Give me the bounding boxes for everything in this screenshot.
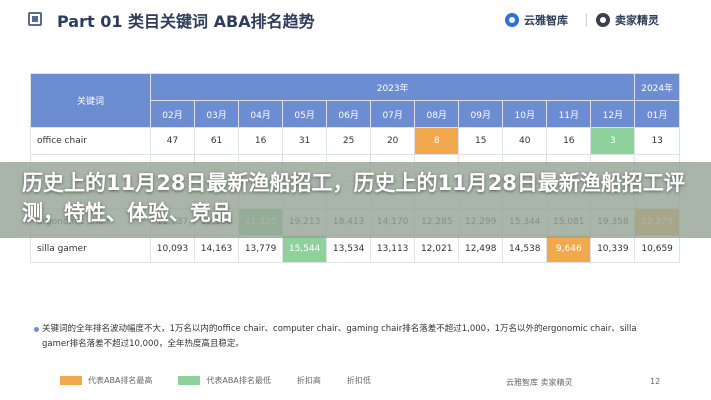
note-bullet-icon	[34, 327, 39, 332]
month-header: 08月	[414, 100, 460, 128]
rank-cell: 16	[238, 127, 284, 155]
banner-title: 历史上的11月28日最新渔船招工，历史上的11月28日最新渔船招工评测，特性、体…	[22, 171, 685, 225]
rank-cell: 10,339	[590, 235, 636, 263]
rank-cell: 16	[546, 127, 592, 155]
month-header: 12月	[590, 100, 636, 128]
rank-cell: 14,538	[502, 235, 548, 263]
slide-header: Part 01 类目关键词 ABA排名趋势 云雅智库 卖家精灵	[0, 0, 711, 50]
month-header: 02月	[149, 100, 196, 128]
year-header-row: 关键词 2023年 2024年	[30, 73, 680, 128]
rank-cell: 10,659	[634, 235, 680, 263]
month-header: 01月	[634, 100, 680, 128]
rank-cell: 13,534	[326, 235, 372, 263]
note-line-1: 关键词的全年排名波动幅度不大，1万名以内的office chair、comput…	[42, 324, 637, 334]
rank-cell: 20	[370, 127, 416, 155]
legend-label-discount-high: 折扣高	[296, 376, 321, 385]
yunya-logo-icon	[505, 13, 519, 27]
rank-cell: 10,093	[149, 235, 196, 263]
legend-label-lowest: 代表ABA排名最低	[206, 376, 271, 385]
month-header: 03月	[194, 100, 240, 128]
brand-yunya-label: 云雅智库	[524, 14, 568, 27]
rank-cell: 12,021	[414, 235, 460, 263]
note-line-2: gamer排名落差不超过10,000，全年热度高且稳定。	[42, 339, 244, 349]
month-header: 11月	[546, 100, 592, 128]
rank-cell: 13,779	[238, 235, 284, 263]
rank-cell: 13	[634, 127, 680, 155]
brand-seller-sprite: 卖家精灵	[596, 12, 659, 28]
keyword-cell: silla gamer	[30, 235, 151, 263]
rank-cell: 61	[194, 127, 240, 155]
month-header: 09月	[458, 100, 504, 128]
month-header: 10月	[502, 100, 548, 128]
legend-swatch-lowest	[178, 376, 201, 385]
month-header: 04月	[238, 100, 284, 128]
rank-cell: 31	[282, 127, 328, 155]
analysis-note: 关键词的全年排名波动幅度不大，1万名以内的office chair、comput…	[42, 322, 682, 352]
rank-cell: 15,544	[282, 235, 328, 263]
rank-cell: 15	[458, 127, 504, 155]
month-header: 06月	[326, 100, 372, 128]
legend-label-discount-low: 折扣低	[346, 376, 371, 385]
footer-source: 云雅智库 卖家精灵	[506, 378, 573, 387]
slide-title: Part 01 类目关键词 ABA排名趋势	[57, 12, 315, 31]
keyword-column-header: 关键词	[30, 73, 151, 128]
brand-divider	[586, 14, 587, 26]
seller-sprite-logo-icon	[596, 13, 610, 27]
brand-yunya: 云雅智库	[505, 12, 568, 28]
page-number: 12	[650, 377, 661, 386]
rank-cell: 14,163	[194, 235, 240, 263]
legend: 代表ABA排名最高 代表ABA排名最低 折扣高 折扣低	[60, 375, 371, 386]
legend-swatch-highest	[60, 376, 82, 385]
rank-cell: 12,498	[458, 235, 504, 263]
rank-cell: 8	[414, 127, 460, 155]
rank-cell: 9,646	[546, 235, 592, 263]
month-header: 05月	[282, 100, 328, 128]
rank-cell: 3	[590, 127, 636, 155]
year-header-2024: 2024年	[634, 73, 680, 101]
table-row: office chair 47 61 16 31 25 20 8 15 40 16 3 13	[30, 127, 680, 155]
table-row: silla gamer 10,093 14,163 13,779 15,544 13,53…	[30, 235, 680, 263]
part-icon	[28, 12, 42, 26]
keyword-cell: office chair	[30, 127, 151, 155]
rank-cell: 40	[502, 127, 548, 155]
legend-label-highest: 代表ABA排名最高	[88, 376, 153, 385]
brand-seller-sprite-label: 卖家精灵	[615, 14, 659, 27]
rank-cell: 47	[149, 127, 196, 155]
rank-cell: 25	[326, 127, 372, 155]
month-header: 07月	[370, 100, 416, 128]
year-header-2023: 2023年	[149, 73, 636, 101]
rank-cell: 13,113	[370, 235, 416, 263]
